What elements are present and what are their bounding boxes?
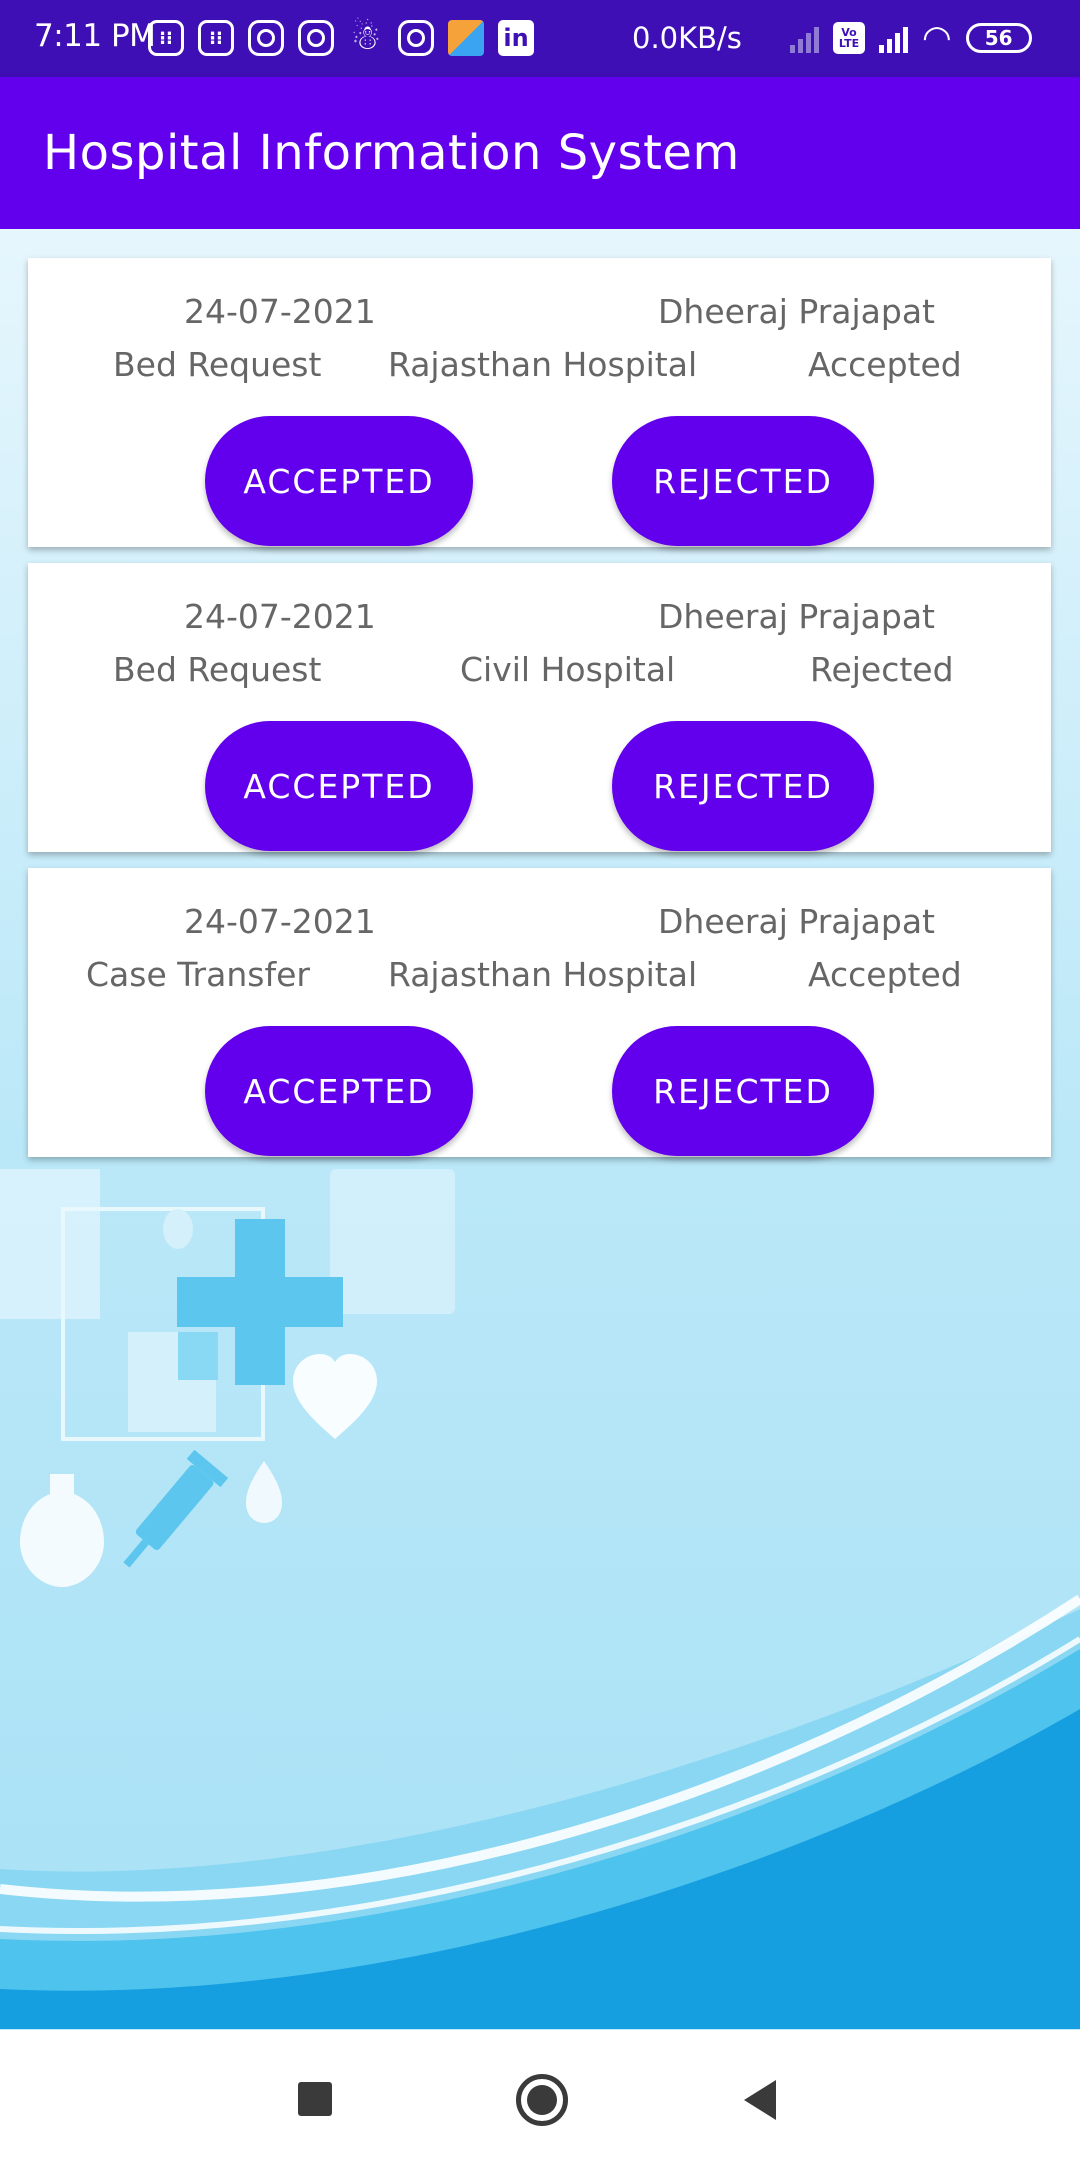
request-date: 24-07-2021 [184, 597, 376, 636]
signal-sim1-icon [790, 23, 819, 53]
request-status: Accepted [808, 955, 962, 994]
request-type: Bed Request [113, 345, 322, 384]
request-status: Rejected [810, 650, 954, 689]
hospital-name: Rajasthan Hospital [388, 955, 698, 994]
accept-button[interactable]: ACCEPTED [205, 416, 473, 546]
app-title: Hospital Information System [43, 125, 740, 181]
status-bar: 7:11 PM ⁝⁝ ⁝⁝ ☃ in 0.0KB/s Vo LTE ◠ 56 [0, 0, 1080, 77]
signal-sim2-icon [879, 23, 908, 53]
wifi-icon: ◠ [922, 18, 952, 58]
hospital-name: Rajasthan Hospital [388, 345, 698, 384]
request-status: Accepted [808, 345, 962, 384]
navigation-bar [0, 2030, 1080, 2160]
instagram-icon [298, 20, 334, 56]
reject-button[interactable]: REJECTED [612, 721, 874, 851]
accept-button[interactable]: ACCEPTED [205, 721, 473, 851]
snapchat-icon: ☃ [350, 18, 382, 58]
linkedin-icon: in [498, 20, 534, 56]
app-bar: Hospital Information System [0, 77, 1080, 229]
nav-recents-icon[interactable] [298, 2082, 332, 2116]
nav-back-icon[interactable] [744, 2080, 776, 2120]
instagram-icon [398, 20, 434, 56]
reject-button[interactable]: REJECTED [612, 416, 874, 546]
request-type: Case Transfer [86, 955, 310, 994]
calculator-icon: ⁝⁝ [198, 20, 234, 56]
volte-icon: Vo LTE [833, 22, 865, 54]
request-date: 24-07-2021 [184, 902, 376, 941]
requester-name: Dheeraj Prajapat [658, 597, 935, 636]
request-card: 24-07-2021 Dheeraj Prajapat Case Transfe… [28, 868, 1051, 1157]
request-card: 24-07-2021 Dheeraj Prajapat Bed Request … [28, 563, 1051, 852]
app-notification-icon [448, 20, 484, 56]
accept-button[interactable]: ACCEPTED [205, 1026, 473, 1156]
battery-icon: 56 [965, 23, 1032, 53]
hospital-name: Civil Hospital [460, 650, 676, 689]
network-speed: 0.0KB/s [632, 21, 742, 55]
status-time: 7:11 PM [34, 18, 156, 54]
system-indicators: Vo LTE ◠ 56 [790, 18, 1032, 58]
reject-button[interactable]: REJECTED [612, 1026, 874, 1156]
notification-icons: ⁝⁝ ⁝⁝ ☃ in [148, 18, 534, 58]
request-date: 24-07-2021 [184, 292, 376, 331]
requester-name: Dheeraj Prajapat [658, 292, 935, 331]
request-type: Bed Request [113, 650, 322, 689]
nav-home-icon[interactable] [516, 2074, 568, 2126]
instagram-icon [248, 20, 284, 56]
requester-name: Dheeraj Prajapat [658, 902, 935, 941]
request-card: 24-07-2021 Dheeraj Prajapat Bed Request … [28, 258, 1051, 547]
calculator-icon: ⁝⁝ [148, 20, 184, 56]
